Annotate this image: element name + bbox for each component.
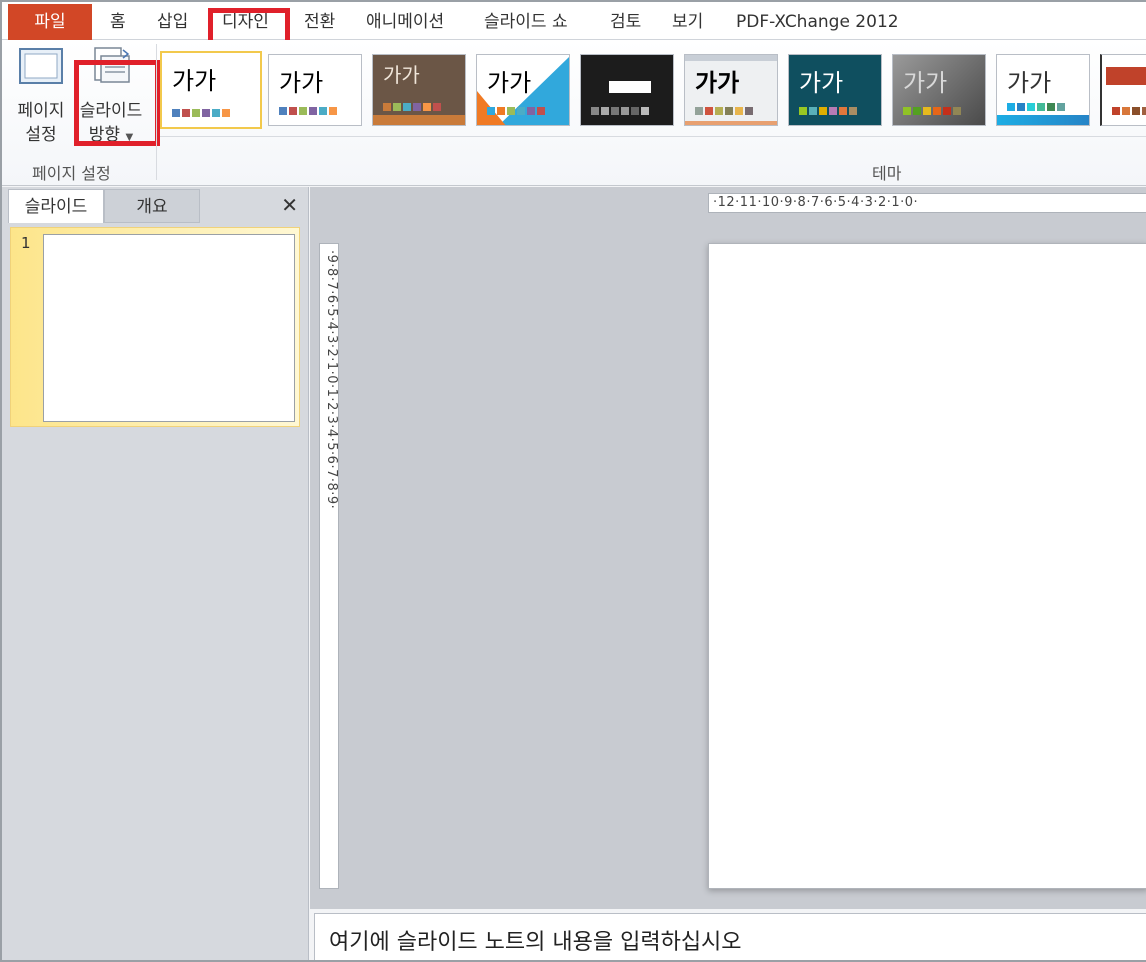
theme-swatches xyxy=(591,107,649,115)
theme-swatches xyxy=(799,107,857,115)
tab-transitions[interactable]: 전환 xyxy=(304,4,335,40)
powerpoint-window: 파일 홈 삽입 디자인 전환 애니메이션 슬라이드 쇼 검토 보기 PDF-XC… xyxy=(0,0,1146,962)
theme-concourse[interactable]: 가가 xyxy=(892,54,986,126)
tab-insert[interactable]: 삽입 xyxy=(157,4,188,40)
tab-animations[interactable]: 애니메이션 xyxy=(366,4,444,40)
theme-composite[interactable]: 가가 xyxy=(788,54,882,126)
theme-office[interactable]: 가가 xyxy=(160,51,262,129)
theme-swatches xyxy=(172,109,230,117)
theme-sample-text: 가가 xyxy=(903,69,948,97)
page-setup-label-2: 설정 xyxy=(25,125,57,145)
theme-clarity[interactable]: 가가 xyxy=(684,54,778,126)
theme-sample-text: 가가 xyxy=(1007,69,1052,97)
slide-number: 1 xyxy=(21,234,31,252)
slide-thumbnail-panel: 슬라이드 개요 ✕ 1 xyxy=(2,187,309,960)
theme-elemental[interactable] xyxy=(1100,54,1146,126)
tab-file[interactable]: 파일 xyxy=(8,4,92,40)
theme-sample-text: 가가 xyxy=(279,69,324,97)
notes-placeholder: 여기에 슬라이드 노트의 내용을 입력하십시오 xyxy=(329,930,742,955)
page-setup-button[interactable]: 페이지 설정 xyxy=(10,46,72,147)
vertical-ruler: ·9·8·7·6·5·4·3·2·1·0·1·2·3·4·5·6·7·8·9· xyxy=(319,243,339,889)
theme-black-tie[interactable] xyxy=(580,54,674,126)
theme-sample-text: 가가 xyxy=(695,69,740,97)
theme-swatches xyxy=(695,107,753,115)
tab-outline[interactable]: 개요 xyxy=(104,189,200,223)
theme-swatches xyxy=(1112,107,1146,115)
vertical-ruler-labels: ·9·8·7·6·5·4·3·2·1·0·1·2·3·4·5·6·7·8·9· xyxy=(324,250,339,510)
tab-pdf-xchange[interactable]: PDF-XChange 2012 xyxy=(736,4,899,40)
theme-swatches xyxy=(903,107,961,115)
ribbon-tab-bar: 파일 홈 삽입 디자인 전환 애니메이션 슬라이드 쇼 검토 보기 PDF-XC… xyxy=(2,2,1146,48)
slide-thumbnail-row[interactable]: 1 xyxy=(10,227,300,427)
page-setup-icon xyxy=(10,46,72,95)
theme-swatches xyxy=(487,107,545,115)
theme-sample-text: 가가 xyxy=(487,69,532,97)
tab-review[interactable]: 검토 xyxy=(610,4,641,40)
ribbon-design-panel: 페이지 설정 슬라이드 방향 ▼ 페이지 설정 가가 가가 가가 가가 가가 가… xyxy=(2,40,1146,186)
tab-slideshow[interactable]: 슬라이드 쇼 xyxy=(484,4,568,40)
theme-sample-text: 가가 xyxy=(799,69,844,97)
theme-couture[interactable]: 가가 xyxy=(996,54,1090,126)
theme-sample-text: 가가 xyxy=(172,67,217,95)
theme-adjacency[interactable]: 가가 xyxy=(268,54,362,126)
slide-editing-area: ·12·11·10·9·8·7·6·5·4·3·2·1·0· ·9·8·7·6·… xyxy=(310,187,1146,909)
tab-slides[interactable]: 슬라이드 xyxy=(8,189,104,223)
theme-angles[interactable]: 가가 xyxy=(372,54,466,126)
slide-orientation-highlight xyxy=(74,60,160,146)
tab-view[interactable]: 보기 xyxy=(672,4,703,40)
theme-swatches xyxy=(1007,103,1065,111)
group-separator xyxy=(156,44,157,180)
page-setup-label-1: 페이지 xyxy=(17,101,65,121)
slide-thumbnail[interactable] xyxy=(43,234,295,422)
close-panel-icon[interactable]: ✕ xyxy=(281,193,298,217)
notes-pane[interactable]: 여기에 슬라이드 노트의 내용을 입력하십시오 xyxy=(314,913,1146,960)
page-setup-group-label: 페이지 설정 xyxy=(32,164,111,183)
tab-home[interactable]: 홈 xyxy=(110,4,126,40)
theme-apex[interactable]: 가가 xyxy=(476,54,570,126)
slide-canvas[interactable] xyxy=(708,243,1146,889)
theme-swatches xyxy=(383,103,441,111)
themes-group-label: 테마 xyxy=(872,164,902,183)
ribbon-divider xyxy=(160,136,1146,137)
theme-swatches xyxy=(279,107,337,115)
horizontal-ruler: ·12·11·10·9·8·7·6·5·4·3·2·1·0· xyxy=(708,193,1146,213)
theme-sample-text: 가가 xyxy=(383,63,420,87)
